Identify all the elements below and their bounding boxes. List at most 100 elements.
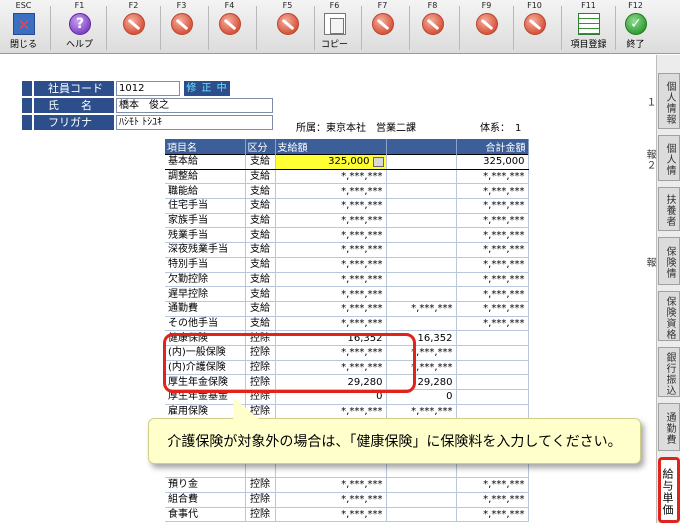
- fkey-label: ESC: [15, 1, 32, 10]
- amount-cell[interactable]: *,***,***: [275, 286, 387, 302]
- amount-cell[interactable]: *,***,***: [275, 213, 387, 229]
- guidance-tooltip: 介護保険が対象外の場合は、「健康保険」に保険料を入力してください。: [148, 397, 641, 464]
- total-amount-cell-text: *,***,***: [483, 171, 525, 183]
- amount-cell[interactable]: *,***,***: [275, 169, 387, 185]
- toolbar-separator: [50, 6, 51, 50]
- total-amount-cell: [456, 462, 529, 479]
- table-row[interactable]: 預り金 控除 *,***,*** *,***,***: [165, 477, 529, 493]
- total-amount-cell: [456, 389, 529, 405]
- fkey-f6-button[interactable]: F6 コピー: [311, 0, 358, 54]
- amount-cell-text: *,***,***: [341, 494, 383, 506]
- amount-cell[interactable]: *,***,***: [275, 404, 387, 420]
- amount-cell[interactable]: *,***,***: [275, 227, 387, 244]
- disabled-icon: [171, 13, 193, 35]
- table-row[interactable]: 残業手当 支給 *,***,*** *,***,***: [165, 227, 529, 244]
- table-row[interactable]: 食事代 控除 *,***,*** *,***,***: [165, 507, 529, 523]
- fkey-label: F12: [628, 1, 643, 10]
- amount-cell[interactable]: [275, 462, 387, 479]
- amount-cell-text: *,***,***: [341, 200, 383, 212]
- category-cell-text: 控除: [250, 494, 270, 506]
- side-tab[interactable]: 個人情報１: [644, 73, 680, 129]
- side-tab[interactable]: 給与単価: [658, 457, 680, 523]
- amount-cell-text: *,***,***: [341, 185, 383, 197]
- table-row[interactable]: 深夜残業手当 支給 *,***,*** *,***,***: [165, 242, 529, 258]
- amount-cell[interactable]: *,***,***: [275, 477, 387, 493]
- grid-icon: [578, 13, 600, 35]
- item-name-cell-text: 深夜残業手当: [168, 244, 228, 256]
- employee-code-field[interactable]: 1012: [116, 81, 180, 96]
- table-row[interactable]: 職能給 支給 *,***,*** *,***,***: [165, 183, 529, 200]
- category-cell: 支給: [245, 286, 276, 302]
- amount-cell[interactable]: *,***,***: [275, 198, 387, 214]
- extra-amount-cell-text: *,***,***: [411, 361, 453, 373]
- table-row[interactable]: その他手当 支給 *,***,*** *,***,***: [165, 316, 529, 332]
- item-name-cell: その他手当: [165, 316, 246, 332]
- total-amount-cell-text: *,***,***: [483, 479, 525, 491]
- function-key-toolbar: ESC 閉じる F1? ヘルプ F2 F3 F4 F5 F6 コピー F7 F8 F9 F10 F11項目登…: [0, 0, 680, 54]
- amount-cell[interactable]: *,***,***: [275, 242, 387, 258]
- check-icon: ✓: [625, 13, 647, 35]
- amount-cell[interactable]: *,***,***: [275, 316, 387, 332]
- item-name-cell: 組合費: [165, 492, 246, 508]
- item-name-cell-text: 雇用保険: [168, 406, 208, 418]
- item-name-cell: 通勤費: [165, 301, 246, 317]
- fkey-f2-button[interactable]: F2: [110, 0, 157, 54]
- side-tab[interactable]: 保険資格: [658, 291, 680, 341]
- amount-cell-text: *,***,***: [341, 303, 383, 315]
- amount-cell[interactable]: *,***,***: [275, 492, 387, 508]
- amount-cell-text: *,***,***: [341, 508, 383, 520]
- extra-amount-cell: [386, 242, 457, 258]
- fkey-f3-button[interactable]: F3: [158, 0, 205, 54]
- side-tab[interactable]: 扶養者: [658, 187, 680, 231]
- fkey-f7-button[interactable]: F7: [359, 0, 406, 54]
- amount-cell-text: *,***,***: [341, 215, 383, 227]
- category-cell: 支給: [245, 301, 276, 317]
- item-name-cell-text: 調整給: [168, 171, 198, 183]
- table-row[interactable]: [165, 462, 529, 479]
- amount-cell[interactable]: *,***,***: [275, 301, 387, 317]
- item-name-cell: 基本給: [165, 154, 246, 170]
- fkey-f10-button[interactable]: F10: [511, 0, 558, 54]
- column-header: 合計金額: [456, 139, 529, 155]
- item-name-cell: [165, 462, 246, 479]
- amount-cell[interactable]: *,***,***: [275, 257, 387, 273]
- table-row[interactable]: 調整給 支給 *,***,*** *,***,***: [165, 169, 529, 185]
- fkey-f1-button[interactable]: F1? ヘルプ: [56, 0, 103, 54]
- category-cell-text: 控除: [250, 508, 270, 520]
- table-row[interactable]: 家族手当 支給 *,***,*** *,***,***: [165, 213, 529, 229]
- total-amount-cell: 325,000: [456, 154, 529, 170]
- total-amount-cell-text: *,***,***: [483, 200, 525, 212]
- amount-cell[interactable]: *,***,***: [275, 507, 387, 523]
- fkey-f11-button[interactable]: F11 項目登録: [565, 0, 612, 54]
- table-row[interactable]: 組合費 控除 *,***,*** *,***,***: [165, 492, 529, 508]
- amount-cell[interactable]: 325,000: [275, 154, 387, 170]
- total-amount-cell-text: *,***,***: [483, 288, 525, 300]
- amount-cell[interactable]: *,***,***: [275, 272, 387, 288]
- disabled-icon: [372, 13, 394, 35]
- fkey-f4-button[interactable]: F4: [206, 0, 253, 54]
- table-row[interactable]: 遅早控除 支給 *,***,*** *,***,***: [165, 286, 529, 302]
- table-row[interactable]: 欠勤控除 支給 *,***,*** *,***,***: [165, 272, 529, 288]
- side-tab[interactable]: 銀行振込: [658, 347, 680, 397]
- fkey-f8-button[interactable]: F8: [409, 0, 456, 54]
- fkey-f9-button[interactable]: F9: [463, 0, 510, 54]
- table-row[interactable]: 住宅手当 支給 *,***,*** *,***,***: [165, 198, 529, 214]
- employee-code-label: 社員コード: [22, 81, 114, 96]
- fkey-f12-button[interactable]: F12 ✓ 終了: [612, 0, 659, 54]
- side-tab[interactable]: 通勤費: [658, 403, 680, 451]
- side-tab[interactable]: 個人情報２: [644, 135, 680, 181]
- column-header: [386, 139, 457, 155]
- fkey-f5-button[interactable]: F5: [264, 0, 311, 54]
- amount-cell[interactable]: *,***,***: [275, 183, 387, 200]
- side-tab[interactable]: 保険情報: [644, 237, 680, 285]
- table-row[interactable]: 基本給 支給 325,000 325,000: [165, 154, 529, 170]
- calculator-icon[interactable]: [372, 157, 384, 167]
- total-amount-cell-text: *,***,***: [483, 273, 525, 285]
- extra-amount-cell-text: 29,280: [417, 376, 453, 388]
- table-row[interactable]: 特別手当 支給 *,***,*** *,***,***: [165, 257, 529, 273]
- table-row[interactable]: 通勤費 支給 *,***,*** *,***,*** *,***,***: [165, 301, 529, 317]
- extra-amount-cell: [386, 462, 457, 479]
- category-cell: 支給: [245, 227, 276, 244]
- table-row[interactable]: 雇用保険 控除 *,***,*** *,***,***: [165, 404, 529, 420]
- fkey-esc-button[interactable]: ESC 閉じる: [0, 0, 47, 54]
